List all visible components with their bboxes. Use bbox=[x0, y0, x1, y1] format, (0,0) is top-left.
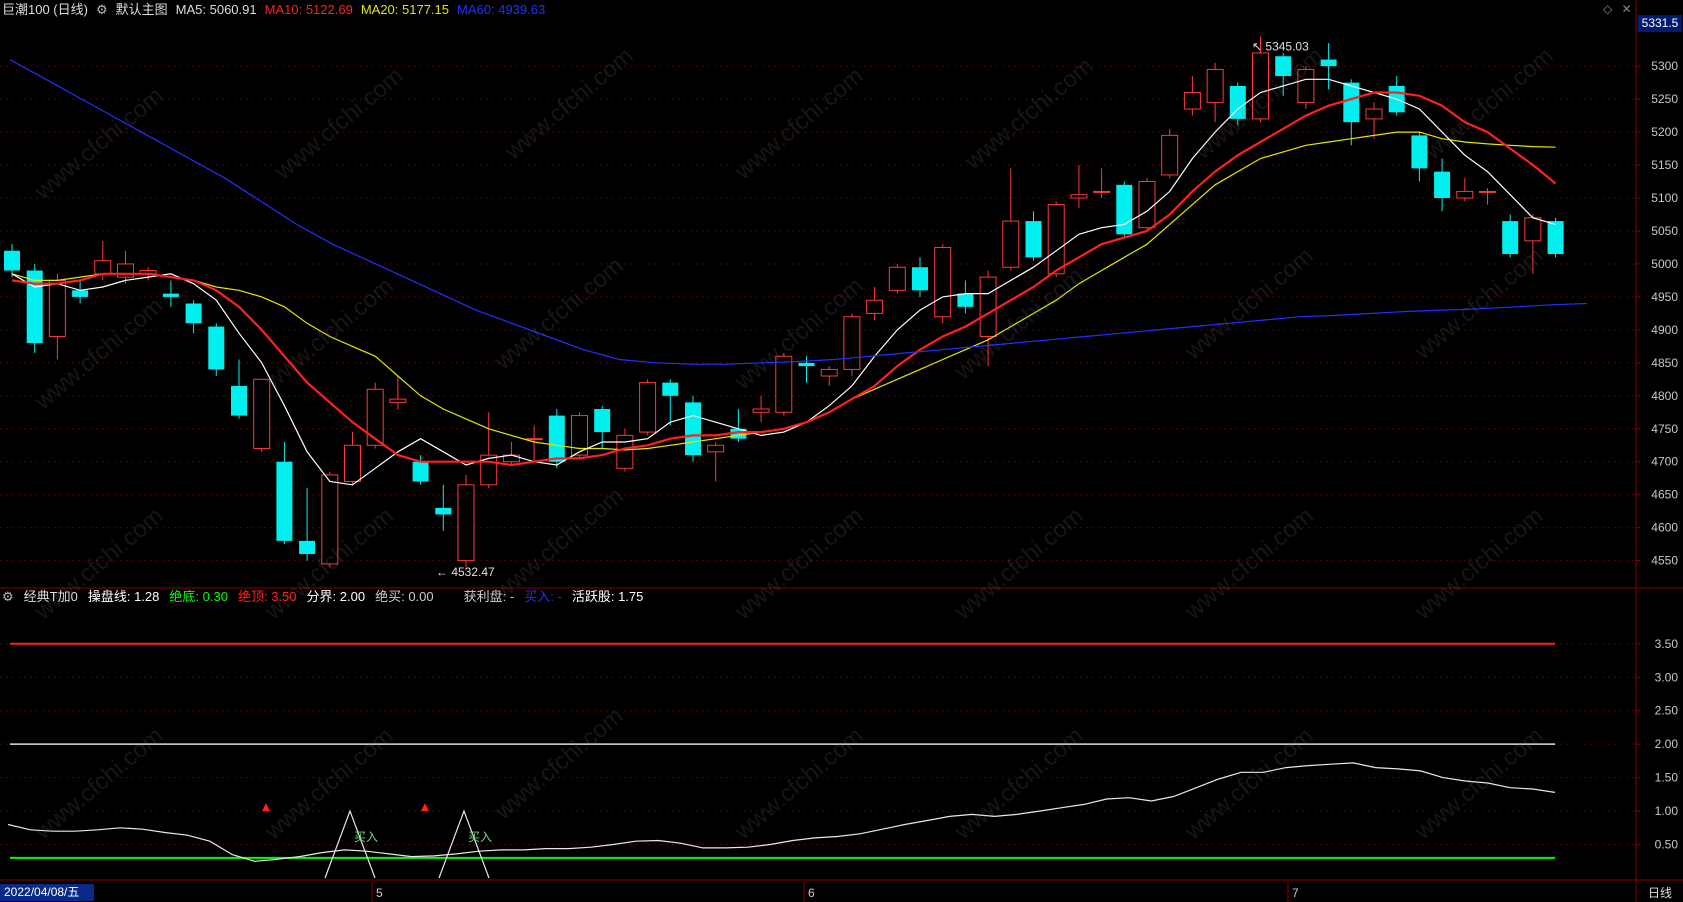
candle-body-down bbox=[1116, 184, 1133, 235]
candle-body-down bbox=[1275, 56, 1292, 77]
candle-body-down bbox=[1547, 221, 1564, 255]
candle-body-down bbox=[1025, 221, 1042, 258]
candle-body-up bbox=[1002, 220, 1020, 268]
price-tick-label: 4950 bbox=[1651, 290, 1678, 304]
candle-body-up bbox=[934, 246, 952, 318]
price-tick-label: 4600 bbox=[1651, 521, 1678, 535]
candle-body-up bbox=[94, 260, 112, 275]
candle-body-down bbox=[957, 293, 974, 307]
candle-body-up bbox=[1138, 181, 1156, 229]
price-tick-label: 5000 bbox=[1651, 257, 1678, 271]
candle-body-down bbox=[912, 267, 928, 291]
candle-body-down bbox=[4, 250, 20, 271]
indicator-tick-label: 1.50 bbox=[1655, 771, 1679, 785]
month-label: 5 bbox=[376, 886, 383, 900]
price-tick-label: 5300 bbox=[1651, 59, 1678, 73]
candle-body-up bbox=[1183, 92, 1201, 110]
candle-body-down bbox=[685, 402, 701, 456]
price-tick-label: 4700 bbox=[1651, 455, 1678, 469]
candle-body-down bbox=[276, 461, 293, 541]
candle-body-down bbox=[1502, 221, 1519, 255]
candle-body-up bbox=[866, 299, 884, 314]
candle-body-down bbox=[1320, 59, 1337, 67]
candle-body-up bbox=[1524, 217, 1542, 242]
candle-body-up bbox=[1206, 68, 1224, 103]
candle-body-up bbox=[1365, 108, 1383, 120]
candle-body-up bbox=[639, 382, 657, 433]
candle-body-down bbox=[548, 415, 565, 462]
candle-body-up bbox=[525, 438, 543, 441]
indicator-tick-label: 1.00 bbox=[1655, 804, 1679, 818]
price-tick-label: 5200 bbox=[1651, 125, 1678, 139]
indicator-tick-label: 0.50 bbox=[1655, 838, 1679, 852]
ma5-line bbox=[11, 78, 1556, 486]
buy-signal-label: 买入 bbox=[354, 830, 378, 844]
candle-body-down bbox=[798, 362, 815, 367]
candle-body-up bbox=[457, 484, 475, 562]
candle-body-up bbox=[117, 263, 134, 278]
price-tick-label: 4900 bbox=[1651, 323, 1678, 337]
period-label[interactable]: 日线 bbox=[1648, 884, 1672, 901]
candle-body-up bbox=[752, 408, 770, 413]
buy-signal-label: 买入 bbox=[468, 830, 492, 844]
candle-body-down bbox=[162, 293, 179, 297]
last-price-badge: 5331.5 bbox=[1638, 15, 1682, 32]
price-tick-label: 5100 bbox=[1651, 191, 1678, 205]
candle-body-up bbox=[888, 266, 906, 291]
candle-body-down bbox=[1343, 82, 1360, 123]
candle-body-up bbox=[820, 368, 838, 377]
candle-body-down bbox=[1434, 171, 1451, 199]
month-label: 7 bbox=[1292, 886, 1299, 900]
price-tick-label: 4850 bbox=[1651, 356, 1678, 370]
candle-body-up bbox=[321, 474, 339, 565]
up-signal-marker bbox=[262, 803, 270, 812]
high-price-annotation: ↖ 5345.03 bbox=[1252, 39, 1309, 53]
candle-body-down bbox=[662, 382, 679, 396]
price-tick-label: 4550 bbox=[1651, 554, 1678, 568]
candle-body-up bbox=[253, 378, 271, 450]
indicator-tick-label: 2.00 bbox=[1655, 737, 1679, 751]
indicator-tick-label: 3.00 bbox=[1655, 670, 1679, 684]
candle-body-up bbox=[1161, 134, 1179, 176]
crosshair-date-badge: 2022/04/08/五 bbox=[0, 884, 94, 901]
up-signal-marker bbox=[421, 803, 429, 812]
candle-body-up bbox=[1252, 52, 1269, 120]
price-tick-label: 5050 bbox=[1651, 224, 1678, 238]
candle-body-down bbox=[435, 507, 452, 515]
candle-body-up bbox=[775, 355, 793, 413]
candle-body-up bbox=[1093, 190, 1111, 193]
candle-body-down bbox=[299, 540, 316, 555]
candle-body-up bbox=[1456, 190, 1474, 199]
candle-body-down bbox=[185, 303, 202, 324]
candle-body-up bbox=[389, 398, 407, 403]
indicator-tick-label: 2.50 bbox=[1655, 704, 1679, 718]
candle-body-up bbox=[616, 434, 634, 469]
candle-body-down bbox=[231, 385, 247, 416]
candle-body-up bbox=[1297, 68, 1315, 103]
candle-body-up bbox=[344, 444, 361, 483]
candle-body-up bbox=[707, 444, 725, 453]
price-tick-label: 5250 bbox=[1651, 92, 1678, 106]
low-price-annotation: ← 4532.47 bbox=[436, 565, 495, 579]
candle-body-up bbox=[1479, 190, 1496, 193]
candle-body-up bbox=[843, 316, 861, 370]
candle-body-up bbox=[979, 276, 997, 337]
candle-body-down bbox=[208, 326, 225, 370]
kline-chart[interactable]: 5300 5250 5200 5150 5100 5050 5000 4950 4900 4850… bbox=[0, 0, 1683, 902]
candle-body-up bbox=[48, 279, 66, 337]
candle-body-down bbox=[26, 270, 43, 344]
candle-body-up bbox=[366, 388, 384, 446]
indicator-tick-label: 3.50 bbox=[1655, 637, 1679, 651]
candle-body-down bbox=[412, 461, 429, 482]
price-tick-label: 4650 bbox=[1651, 488, 1678, 502]
price-tick-label: 5150 bbox=[1651, 158, 1678, 172]
price-tick-label: 4800 bbox=[1651, 389, 1678, 403]
candle-body-down bbox=[594, 408, 611, 433]
price-tick-label: 4750 bbox=[1651, 422, 1678, 436]
candle-body-down bbox=[72, 290, 89, 297]
candle-body-down bbox=[1411, 135, 1428, 169]
month-label: 6 bbox=[808, 886, 815, 900]
candle-body-up bbox=[1047, 204, 1065, 275]
candle-body-up bbox=[1070, 194, 1088, 199]
